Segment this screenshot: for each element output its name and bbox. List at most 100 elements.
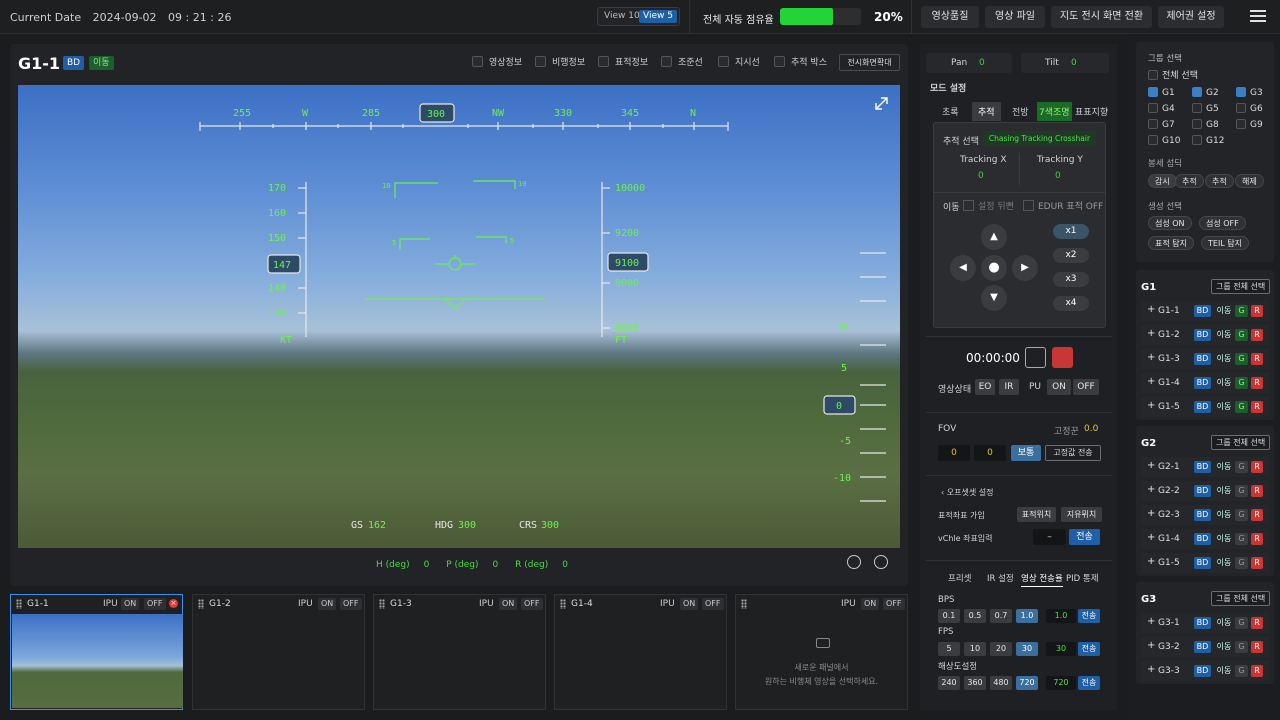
group-checkbox-g9[interactable]: G9	[1236, 119, 1263, 130]
group-select-all-button[interactable]: 그룹 전체 선택	[1211, 435, 1271, 450]
fps-option[interactable]: 20	[990, 642, 1012, 656]
expand-plus-icon[interactable]: +	[1147, 508, 1155, 519]
expand-plus-icon[interactable]: +	[1147, 640, 1155, 651]
vehicle-row[interactable]: + G2-1 BD 이동 G R	[1141, 457, 1269, 477]
tab-video-transmission-rate[interactable]: 영상 전송율	[1021, 572, 1063, 587]
free-position-button[interactable]: 지유뮈치	[1061, 507, 1102, 522]
group-checkbox-g1[interactable]: G1	[1148, 87, 1175, 98]
vehicle-row[interactable]: + G1-4 BD 이동 G R	[1141, 373, 1269, 393]
view-10-option[interactable]: View 10	[600, 10, 644, 23]
vehicle-row[interactable]: + G3-3 BD 이동 G R	[1141, 661, 1269, 681]
ipu-on-button[interactable]: ON	[861, 598, 880, 610]
group-checkbox-g2[interactable]: G2	[1192, 87, 1219, 98]
vehicle-row[interactable]: + G1-3 BD 이동 G R	[1141, 349, 1269, 369]
vehicle-row[interactable]: + G1-5 BD 이동 G R	[1141, 553, 1269, 573]
zoom-x1-button[interactable]: x1	[1053, 224, 1089, 239]
send-fixed-value-button[interactable]: 고정값 전송	[1045, 445, 1101, 461]
select-all-checkbox[interactable]: 전체 선택	[1148, 68, 1198, 81]
generate-on-pill[interactable]: 섬성 ON	[1148, 216, 1192, 230]
mission-track-pill[interactable]: 추적	[1205, 174, 1234, 188]
fps-option[interactable]: 10	[964, 642, 986, 656]
fov-field-b[interactable]: 0	[974, 445, 1006, 461]
bps-send-button[interactable]: 전송	[1078, 609, 1100, 623]
resolution-option[interactable]: 360	[964, 676, 986, 690]
ipu-on-button[interactable]: ON	[680, 598, 699, 610]
zoom-in-icon[interactable]	[874, 555, 888, 569]
generate-off-pill[interactable]: 섬성 OFF	[1199, 216, 1246, 230]
expand-plus-icon[interactable]: +	[1147, 532, 1155, 543]
record-screen-icon[interactable]	[1025, 347, 1046, 368]
resolution-option[interactable]: 480	[990, 676, 1012, 690]
teil-detect-pill[interactable]: TEIL 탐지	[1201, 236, 1250, 250]
vehicle-row[interactable]: + G2-3 BD 이동 G R	[1141, 505, 1269, 525]
view-5-option[interactable]: View 5	[639, 10, 677, 23]
ir-button[interactable]: IR	[999, 379, 1019, 395]
vehicle-row[interactable]: + G1-4 BD 이동 G R	[1141, 529, 1269, 549]
hamburger-menu-icon[interactable]	[1250, 10, 1266, 24]
arrow-down-icon[interactable]: ▼	[981, 285, 1007, 311]
tracking-box-checkbox[interactable]: 추적 박스	[774, 56, 827, 70]
zoom-x3-button[interactable]: x3	[1053, 272, 1089, 287]
bps-option-selected[interactable]: 1.0	[1016, 609, 1038, 623]
ipu-on-button[interactable]: ON	[499, 598, 518, 610]
ipu-off-button[interactable]: OFF	[521, 598, 543, 610]
resolution-option[interactable]: 240	[938, 676, 960, 690]
ipu-off-button[interactable]: OFF	[144, 598, 166, 610]
mission-watch-pill[interactable]: 감시	[1148, 174, 1177, 188]
tab-preset[interactable]: 프리셋	[948, 572, 971, 584]
video-info-checkbox[interactable]: 영상정보	[472, 56, 522, 70]
video-feed[interactable]: 255 W 285 300 NW 330 345 N 170 160 150 1…	[18, 85, 900, 548]
target-info-checkbox[interactable]: 표적정보	[598, 56, 648, 70]
target-detect-pill[interactable]: 표적 탐지	[1148, 236, 1194, 250]
vehicle-row[interactable]: + G3-2 BD 이동 G R	[1141, 637, 1269, 657]
mission-track-pill[interactable]: 추적	[1175, 174, 1204, 188]
arrow-right-icon[interactable]: ▶	[1012, 255, 1038, 281]
ipu-off-button[interactable]: OFF	[340, 598, 362, 610]
tab-7color[interactable]: 7색조명	[1037, 102, 1072, 121]
vehicle-row[interactable]: + G2-2 BD 이동 G R	[1141, 481, 1269, 501]
expand-plus-icon[interactable]: +	[1147, 484, 1155, 495]
fullscreen-enlarge-button[interactable]: 전시화면확대	[839, 54, 900, 71]
group-checkbox-g12[interactable]: G12	[1192, 135, 1224, 146]
pu-off-button[interactable]: OFF	[1073, 379, 1099, 395]
group-checkbox-g3[interactable]: G3	[1236, 87, 1263, 98]
group-checkbox-g8[interactable]: G8	[1192, 119, 1219, 130]
thumbnail-empty[interactable]: IPU ON OFF 새로운 패널에서 원하는 비행체 영상을 선택하세요.	[735, 594, 908, 710]
resolution-option-selected[interactable]: 720	[1016, 676, 1038, 690]
stop-record-icon[interactable]	[1052, 347, 1073, 368]
target-position-button[interactable]: 표적위치	[1017, 507, 1056, 522]
send-button[interactable]: 전송	[1069, 529, 1100, 545]
tab-front[interactable]: 전방	[1012, 105, 1029, 118]
zoom-x2-button[interactable]: x2	[1053, 248, 1089, 263]
video-quality-button[interactable]: 영상품질	[921, 6, 979, 28]
expand-plus-icon[interactable]: +	[1147, 616, 1155, 627]
drag-handle-icon[interactable]	[741, 599, 747, 609]
tab-green[interactable]: 초록	[942, 105, 959, 118]
control-authority-button[interactable]: 제어권 설정	[1158, 6, 1224, 28]
zoom-out-icon[interactable]	[847, 555, 861, 569]
edur-checkbox[interactable]: EDUR 표적 OFF	[1023, 199, 1103, 212]
tab-ir-settings[interactable]: IR 설정	[987, 572, 1014, 584]
drag-handle-icon[interactable]	[16, 599, 22, 609]
group-select-all-button[interactable]: 그룹 전체 선택	[1211, 591, 1271, 606]
vehicle-row[interactable]: + G1-2 BD 이동 G R	[1141, 325, 1269, 345]
expand-icon[interactable]	[875, 97, 888, 110]
group-select-all-button[interactable]: 그룹 전체 선택	[1211, 279, 1271, 294]
expand-plus-icon[interactable]: +	[1147, 352, 1155, 363]
expand-plus-icon[interactable]: +	[1147, 460, 1155, 471]
mission-release-pill[interactable]: 해제	[1235, 174, 1264, 188]
resolution-send-button[interactable]: 전송	[1078, 676, 1100, 690]
vehicle-row[interactable]: + G1-5 BD 이동 G R	[1141, 397, 1269, 417]
bps-option[interactable]: 0.7	[990, 609, 1012, 623]
group-checkbox-g4[interactable]: G4	[1148, 103, 1175, 114]
tab-target-direction[interactable]: 표표지향	[1075, 105, 1108, 118]
thumbnail-g1-3[interactable]: G1-3 IPU ON OFF	[373, 594, 546, 710]
zoom-x4-button[interactable]: x4	[1053, 296, 1089, 311]
group-checkbox-g6[interactable]: G6	[1236, 103, 1263, 114]
center-icon[interactable]: ●	[981, 255, 1007, 281]
ipu-off-button[interactable]: OFF	[883, 598, 905, 610]
expand-plus-icon[interactable]: +	[1147, 304, 1155, 315]
thumbnail-g1-1[interactable]: G1-1 IPU ON OFF ×	[10, 594, 183, 710]
expand-plus-icon[interactable]: +	[1147, 328, 1155, 339]
bps-option[interactable]: 0.1	[938, 609, 960, 623]
